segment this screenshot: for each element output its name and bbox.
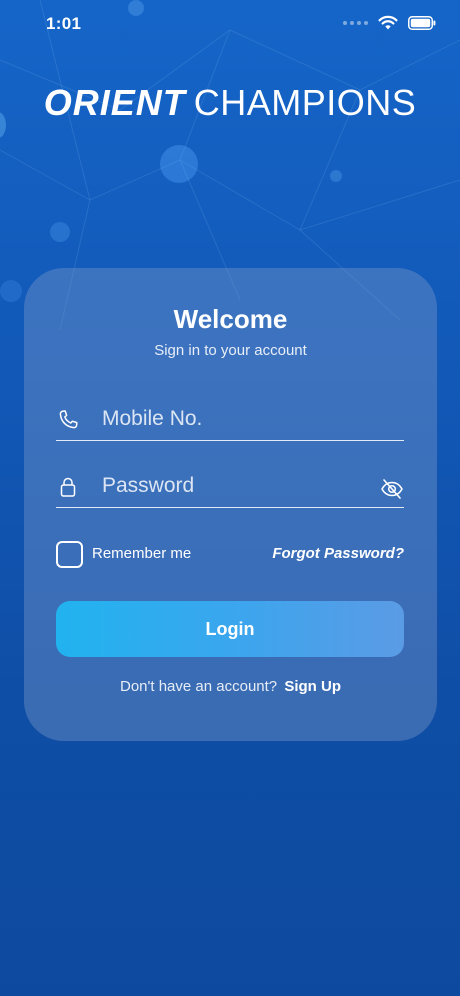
- signup-row: Don't have an account? Sign Up: [24, 678, 437, 695]
- lock-icon: [60, 477, 76, 497]
- phone-icon: [59, 410, 78, 429]
- remember-row: Remember me Forgot Password?: [56, 541, 404, 569]
- login-card: Welcome Sign in to your account Remember…: [24, 268, 437, 741]
- remember-label[interactable]: Remember me: [92, 545, 191, 562]
- login-button[interactable]: Login: [56, 601, 404, 657]
- battery-icon: [408, 15, 436, 30]
- signup-link[interactable]: Sign Up: [284, 678, 341, 695]
- logo-champions-text: CHAMPIONS: [193, 82, 417, 123]
- brand-logo: ORIENT CHAMPIONS: [0, 82, 460, 124]
- status-time: 1:01: [46, 14, 82, 33]
- welcome-subtitle: Sign in to your account: [154, 342, 307, 359]
- logo-orient-text: ORIENT: [43, 82, 186, 123]
- mobile-input[interactable]: [102, 403, 372, 435]
- signup-prompt: Don't have an account?: [120, 678, 278, 695]
- status-bar: 1:01: [0, 0, 460, 50]
- status-icons: [343, 15, 436, 30]
- password-field[interactable]: [56, 468, 404, 508]
- mobile-field[interactable]: [56, 401, 404, 441]
- forgot-password-link[interactable]: Forgot Password?: [272, 545, 404, 562]
- eye-slash-icon[interactable]: [380, 478, 404, 500]
- remember-checkbox[interactable]: [56, 541, 83, 568]
- welcome-title: Welcome: [173, 304, 288, 334]
- signal-dots-icon: [343, 20, 368, 25]
- wifi-icon: [378, 15, 398, 30]
- password-input[interactable]: [102, 470, 372, 502]
